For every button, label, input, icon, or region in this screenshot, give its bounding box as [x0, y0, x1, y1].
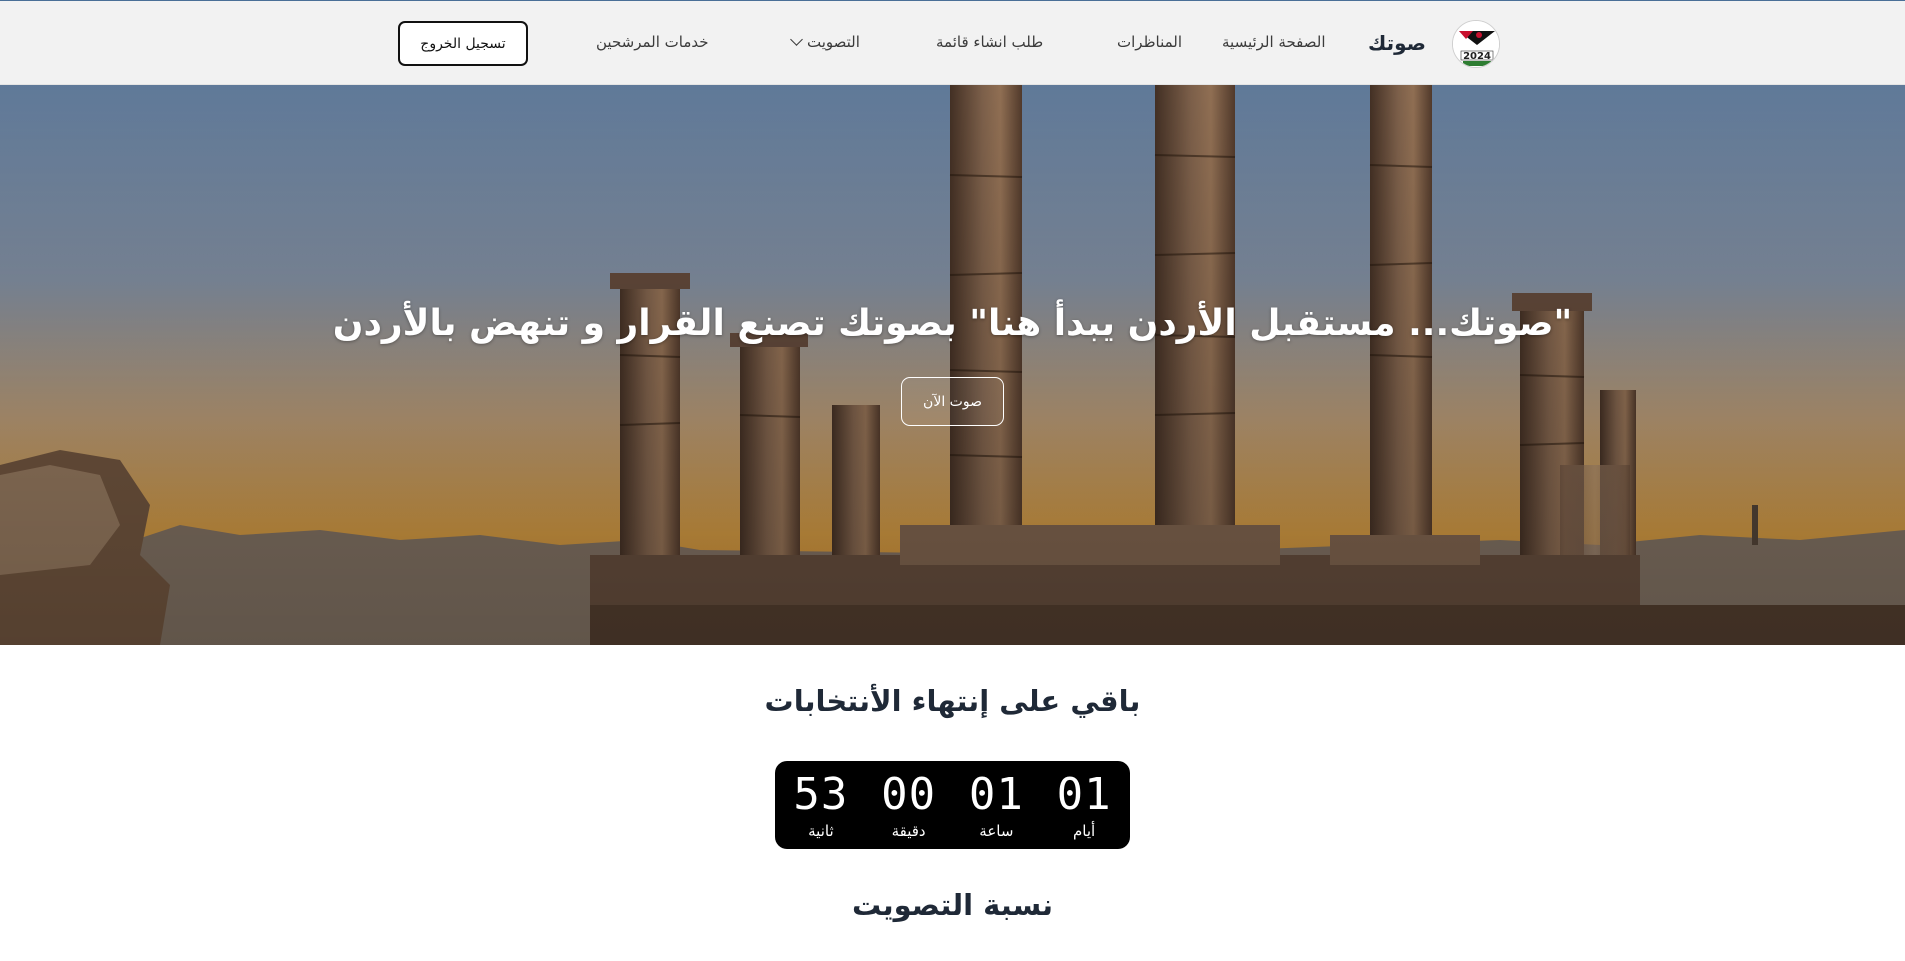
- hero-title: "صوتك... مستقبل الأردن يبدأ هنا" بصوتك ت…: [332, 303, 1573, 344]
- nav-link-create-list[interactable]: طلب انشاء قائمة: [936, 33, 1043, 51]
- nav-link-candidate-services[interactable]: خدمات المرشحين: [596, 33, 709, 51]
- svg-text:2024: 2024: [1463, 51, 1491, 62]
- countdown-hours-value: 01: [968, 769, 1024, 820]
- brand-name[interactable]: صوتك: [1358, 31, 1426, 55]
- hero-background-image: [0, 85, 1905, 645]
- countdown-days-label: أيام: [1073, 822, 1096, 840]
- nav-link-debates[interactable]: المناظرات: [1117, 33, 1182, 51]
- hero-banner: "صوتك... مستقبل الأردن يبدأ هنا" بصوتك ت…: [0, 85, 1905, 645]
- countdown-seconds-label: ثانية: [808, 822, 834, 840]
- site-logo-icon[interactable]: 2024: [1452, 20, 1500, 68]
- nav-link-home[interactable]: الصفحة الرئيسية: [1222, 33, 1326, 51]
- top-navbar: 2024 صوتك الصفحة الرئيسية المناظرات طلب …: [0, 0, 1905, 85]
- nav-dropdown-voting-label: التصويت: [807, 33, 860, 51]
- nav-dropdown-voting[interactable]: التصويت: [790, 33, 860, 51]
- turnout-title: نسبة التصويت: [852, 888, 1053, 922]
- countdown-minutes-label: دقيقة: [891, 822, 926, 840]
- countdown-hours-label: ساعة: [979, 822, 1014, 840]
- vote-now-button[interactable]: صوت الآن: [901, 377, 1004, 426]
- logout-button[interactable]: تسجيل الخروج: [398, 21, 528, 66]
- countdown-minutes: 00 دقيقة: [866, 769, 952, 841]
- countdown-seconds-value: 53: [793, 769, 849, 820]
- countdown-minutes-value: 00: [881, 769, 937, 820]
- countdown-title: باقي على إنتهاء الأنتخابات: [764, 684, 1141, 718]
- countdown-days: 01 أيام: [1041, 769, 1127, 841]
- chevron-down-icon: [790, 33, 803, 46]
- countdown-hours: 01 ساعة: [953, 769, 1039, 841]
- countdown-days-value: 01: [1056, 769, 1112, 820]
- countdown-seconds: 53 ثانية: [778, 769, 864, 841]
- countdown-timer: 01 أيام 01 ساعة 00 دقيقة 53 ثانية: [775, 761, 1130, 849]
